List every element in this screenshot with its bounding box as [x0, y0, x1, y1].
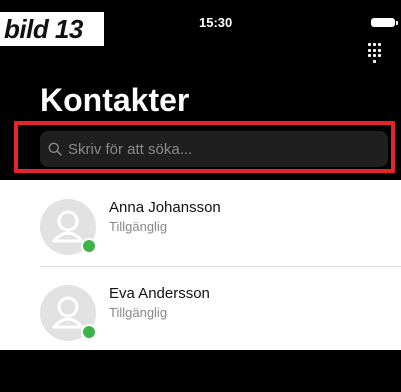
- contact-status: Tillgänglig: [109, 305, 168, 320]
- availability-dot: [81, 238, 97, 254]
- contact-row[interactable]: Anna Johansson Tillgänglig: [0, 180, 401, 266]
- keypad-grid-icon[interactable]: [368, 43, 383, 63]
- contact-name: Eva Andersson: [109, 285, 210, 302]
- search-bar[interactable]: [40, 131, 388, 167]
- battery-icon: [371, 18, 398, 27]
- status-bar-time: 15:30: [199, 15, 233, 30]
- page-title: Kontakter: [40, 82, 190, 118]
- bottom-bar: [0, 350, 401, 392]
- search-icon: [48, 142, 62, 156]
- search-input[interactable]: [68, 140, 388, 158]
- availability-dot: [81, 324, 97, 340]
- figure-caption: bild 13: [4, 14, 83, 44]
- contact-status: Tillgänglig: [109, 219, 168, 234]
- contact-row[interactable]: Eva Andersson Tillgänglig: [0, 266, 401, 352]
- contact-list: Anna Johansson Tillgänglig Eva Andersson…: [0, 180, 401, 352]
- contact-name: Anna Johansson: [109, 199, 221, 216]
